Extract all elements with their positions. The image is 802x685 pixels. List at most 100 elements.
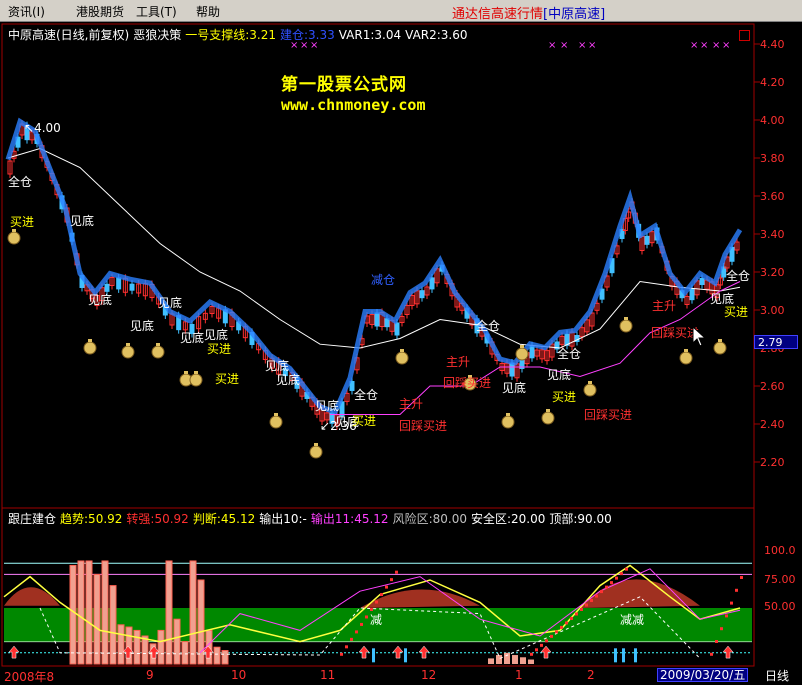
price-tick: 3.40	[760, 228, 785, 241]
cyan-stub	[634, 648, 637, 663]
volume-bar	[125, 626, 133, 665]
signal-label: 主升	[399, 397, 424, 411]
cyan-stub	[372, 648, 375, 663]
rising-dot	[540, 643, 543, 647]
money-bag-icon-tie	[88, 339, 92, 342]
date-tick: 12	[421, 668, 437, 682]
indicator-tick: 100.0	[764, 544, 796, 557]
rising-dot	[565, 621, 568, 625]
rising-dot	[625, 567, 628, 571]
rising-dot	[590, 599, 593, 603]
date-tick: 11	[320, 668, 336, 682]
volume-bar	[109, 585, 117, 665]
signal-label: 全仓	[726, 269, 751, 283]
rising-dot	[610, 581, 613, 585]
watermark-url: www.chnmoney.com	[281, 96, 426, 114]
buy-arrow-icon	[392, 645, 404, 659]
menu-help[interactable]: 帮助	[196, 3, 220, 20]
money-bag-icon	[515, 347, 529, 361]
signal-label: 买进	[10, 215, 35, 229]
signal-label: 见底	[265, 359, 290, 373]
signal-label: 主升	[446, 355, 471, 369]
rising-dot	[545, 639, 548, 643]
rising-dot	[530, 652, 533, 656]
candle-body	[429, 277, 435, 290]
money-bag-icon-tie	[184, 371, 188, 374]
price-tick: 2.20	[760, 456, 785, 469]
money-bag-icon-tie	[126, 343, 130, 346]
buy-arrow-icon	[418, 645, 430, 659]
signal-label: 见底	[130, 319, 155, 333]
date-tick: 2008年8	[4, 670, 55, 684]
indicator-header-item: 判断:45.12	[192, 512, 256, 526]
rising-dot	[550, 634, 553, 638]
candle-body	[689, 288, 695, 301]
date-tick: 2	[587, 668, 595, 682]
rising-dot	[350, 637, 353, 641]
signal-label: 回踩买进	[399, 419, 448, 433]
price-tick: 4.20	[760, 76, 785, 89]
volume-bar	[141, 635, 149, 665]
signal-label: 回踩买进	[584, 408, 633, 422]
volume-bar	[133, 629, 141, 665]
app-title-text: 通达信高速行情	[452, 7, 544, 22]
indicator-header-item: 安全区:20.00	[470, 512, 546, 526]
menu-info[interactable]: 资讯(I)	[8, 3, 45, 20]
buy-arrow-icon	[358, 645, 370, 659]
money-bag-icon-tie	[506, 413, 510, 416]
cross-marker: ×	[722, 40, 730, 51]
rising-dot	[555, 630, 558, 634]
main-header-item: 建仓:3.33	[279, 28, 335, 42]
volume-bar	[101, 560, 109, 665]
signal-label: 见底	[315, 399, 340, 413]
window-toggle-button[interactable]	[739, 30, 750, 41]
rising-dot	[595, 594, 598, 598]
buy-arrow-icon	[722, 645, 734, 659]
cross-marker: ×	[700, 40, 708, 51]
money-bag-icon-tie	[520, 345, 524, 348]
signal-label: 全仓	[354, 388, 379, 402]
rising-dot	[710, 652, 713, 656]
price-tick: 4.40	[760, 38, 785, 51]
candle-body	[529, 345, 535, 359]
main-chart-header: 中原高速(日线,前复权) 恶狼决策 一号支撑线:3.21 建仓:3.33 VAR1:3.…	[8, 26, 472, 43]
period-tab-daily[interactable]: 日线	[765, 667, 789, 684]
candle-body	[644, 235, 650, 245]
indicator-header-item: 风险区:80.00	[392, 512, 467, 526]
menu-tools[interactable]: 工具(T)	[136, 3, 177, 20]
signal-label: 买进	[724, 305, 749, 319]
price-tick: 3.60	[760, 190, 785, 203]
buy-arrow-icon	[540, 645, 552, 659]
main-header-item: 中原高速(日线,前复权)	[8, 28, 130, 42]
candle-body	[104, 283, 110, 292]
date-tick: 1	[515, 668, 523, 682]
money-bag-icon-tie	[12, 229, 16, 232]
signal-label: 见底	[276, 373, 301, 387]
signal-label: 减	[370, 613, 383, 627]
signal-label: 见底	[158, 296, 183, 310]
signal-label: 主升	[652, 299, 677, 313]
date-tick: 9	[146, 668, 154, 682]
rising-dot	[735, 588, 738, 592]
main-header-item: VAR1:3.04	[338, 28, 402, 42]
signal-label: 见底	[204, 328, 229, 342]
rising-dot	[375, 600, 378, 604]
candle-body	[509, 362, 515, 377]
money-bag-icon	[501, 415, 515, 429]
money-bag-icon-tie	[400, 349, 404, 352]
rising-dot	[365, 615, 368, 619]
signal-label: 见底	[180, 331, 205, 345]
rising-dot	[535, 648, 538, 652]
volume-bar	[69, 564, 77, 665]
signal-label: 见底	[70, 214, 95, 228]
volume-bar	[165, 560, 173, 665]
volume-bar	[213, 646, 221, 665]
menu-hk-futures[interactable]: 港股期货	[76, 3, 124, 20]
volume-bar	[181, 641, 189, 665]
indicator-header-item: 转强:50.92	[126, 512, 189, 526]
rising-dot	[360, 622, 363, 626]
money-bag-icon-tie	[588, 381, 592, 384]
money-bag-icon	[189, 373, 203, 387]
chart-canvas[interactable]: × × × × × × × × × × ×	[0, 22, 802, 682]
app-title: 通达信高速行情[中原高速]	[452, 3, 605, 22]
